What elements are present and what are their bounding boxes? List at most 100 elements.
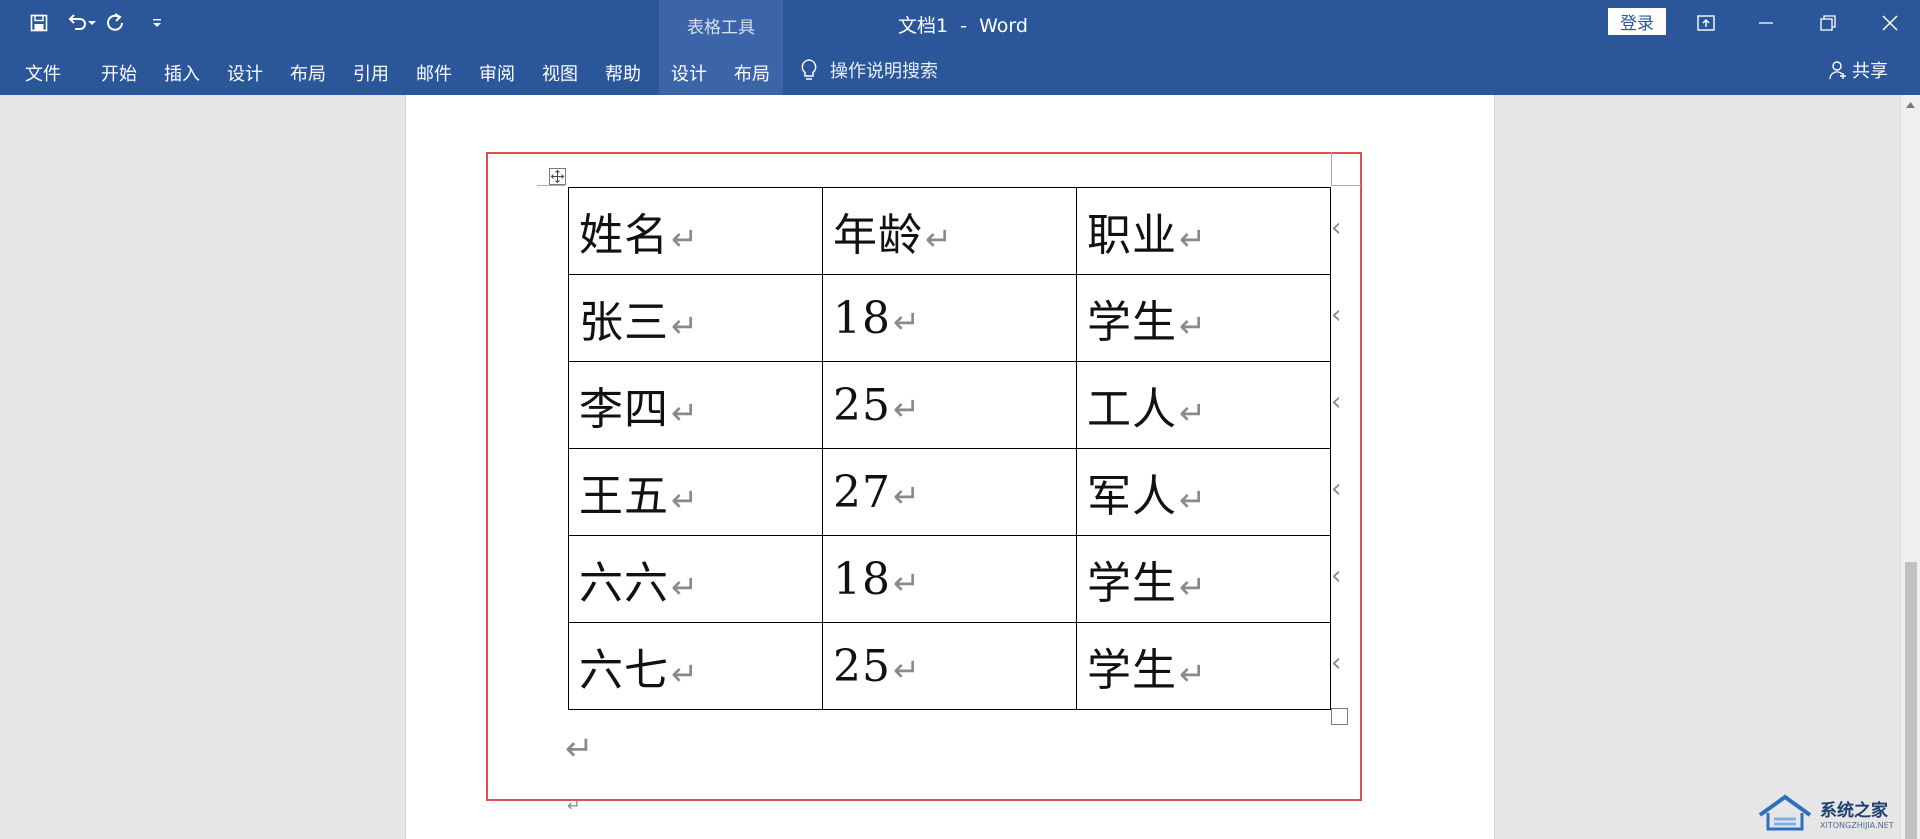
tab-design[interactable]: 设计	[227, 60, 263, 86]
tab-references[interactable]: 引用	[353, 60, 389, 86]
table-cell[interactable]: 王五↵	[568, 448, 823, 536]
table-cell[interactable]: 李四↵	[568, 361, 823, 449]
cell-text: 职业	[1087, 210, 1177, 261]
tab-review[interactable]: 审阅	[479, 60, 515, 86]
table-cell[interactable]: 18↵	[822, 535, 1077, 623]
watermark-sub: XITONGZHIJIA.NET	[1820, 820, 1894, 830]
end-of-row-mark: ‹	[1331, 213, 1342, 243]
scroll-up-button[interactable]	[1901, 97, 1920, 113]
tab-table-design[interactable]: 设计	[671, 60, 707, 86]
end-of-row-mark: ‹	[1331, 648, 1342, 678]
cell-text: 27	[833, 466, 891, 518]
redo-icon	[107, 12, 123, 31]
table-row: 王五↵ 27↵ 军人↵	[568, 448, 1331, 536]
table-row: 六六↵ 18↵ 学生↵	[568, 535, 1331, 623]
move-arrows-icon	[551, 170, 564, 183]
paragraph-mark: ↵	[1179, 481, 1206, 519]
cell-text: 学生	[1087, 297, 1177, 348]
undo-dropdown[interactable]	[88, 0, 96, 45]
paragraph-mark: ↵	[893, 476, 920, 515]
tell-me-search[interactable]: 操作说明搜索	[800, 56, 938, 84]
table-row: 六七↵ 25↵ 学生↵	[568, 622, 1331, 710]
table-cell[interactable]: 25↵	[822, 361, 1077, 449]
paragraph-mark: ↵	[1179, 307, 1206, 345]
tab-layout[interactable]: 布局	[290, 60, 326, 86]
table-resize-handle[interactable]	[1331, 708, 1348, 725]
vertical-scrollbar[interactable]	[1900, 95, 1920, 839]
cell-text: 王五	[579, 471, 669, 522]
table-move-handle[interactable]	[549, 168, 566, 185]
tab-view[interactable]: 视图	[542, 60, 578, 86]
table-row: 李四↵ 25↵ 工人↵	[568, 361, 1331, 449]
login-button[interactable]: 登录	[1608, 8, 1666, 35]
paragraph-mark: ↵	[671, 307, 698, 345]
minimize-button[interactable]	[1736, 0, 1796, 45]
save-button[interactable]	[20, 0, 58, 45]
table-cell[interactable]: 学生↵	[1076, 274, 1331, 362]
tab-home[interactable]: 开始	[101, 60, 137, 86]
paragraph-mark: ↵	[893, 389, 920, 428]
table-cell[interactable]: 六六↵	[568, 535, 823, 623]
paragraph-mark: ↵	[671, 655, 698, 693]
person-icon	[1829, 61, 1846, 80]
table-cell[interactable]: 25↵	[822, 622, 1077, 710]
paragraph-mark: ↵	[1179, 568, 1206, 606]
redo-button[interactable]	[96, 0, 134, 45]
paragraph-mark: ↵	[1179, 220, 1206, 258]
data-table[interactable]: 姓名↵ 年龄↵ 职业↵ 张三↵ 18↵ 学生↵ 李四↵ 25↵ 工人↵ 王五↵ …	[568, 187, 1331, 710]
cell-text: 年龄	[833, 210, 923, 261]
share-label: 共享	[1852, 61, 1888, 82]
tab-table-layout[interactable]: 布局	[734, 60, 770, 86]
text-boundary-mark	[1331, 152, 1361, 186]
cell-text: 军人	[1087, 471, 1177, 522]
quick-access-toolbar	[20, 0, 172, 45]
table-cell[interactable]: 27↵	[822, 448, 1077, 536]
table-cell[interactable]: 张三↵	[568, 274, 823, 362]
table-cell[interactable]: 工人↵	[1076, 361, 1331, 449]
table-cell[interactable]: 六七↵	[568, 622, 823, 710]
close-button[interactable]	[1860, 0, 1920, 45]
table-cell[interactable]: 军人↵	[1076, 448, 1331, 536]
table-cell[interactable]: 学生↵	[1076, 535, 1331, 623]
table-cell[interactable]: 年龄↵	[822, 187, 1077, 275]
paragraph-mark: ↵	[565, 729, 594, 769]
cell-text: 六七	[579, 645, 669, 696]
cell-text: 工人	[1087, 384, 1177, 435]
table-cell[interactable]: 职业↵	[1076, 187, 1331, 275]
paragraph-mark: ↵	[925, 220, 952, 258]
cell-text: 学生	[1087, 558, 1177, 609]
cell-text: 张三	[579, 297, 669, 348]
paragraph-mark: ↵	[893, 650, 920, 689]
table-cell[interactable]: 学生↵	[1076, 622, 1331, 710]
chevron-down-icon	[88, 20, 96, 25]
ribbon-display-options-button[interactable]	[1676, 0, 1736, 45]
tab-insert[interactable]: 插入	[164, 60, 200, 86]
tab-file[interactable]: 文件	[25, 60, 61, 86]
undo-icon	[68, 13, 86, 30]
close-icon	[1882, 14, 1898, 31]
table-tools-group: 表格工具 设计 布局	[659, 0, 783, 95]
tab-help[interactable]: 帮助	[605, 60, 641, 86]
tell-me-label: 操作说明搜索	[830, 61, 938, 82]
cell-text: 姓名	[579, 210, 669, 261]
table-tools-label: 表格工具	[687, 18, 755, 38]
minimize-icon	[1759, 21, 1773, 24]
end-of-row-mark: ‹	[1331, 561, 1342, 591]
paragraph-mark: ↵	[671, 481, 698, 519]
cell-text: 李四	[579, 384, 669, 435]
share-button[interactable]: 共享	[1828, 56, 1888, 84]
triangle-up-icon	[1906, 102, 1915, 108]
restore-button[interactable]	[1798, 0, 1858, 45]
watermark-name: 系统之家	[1820, 800, 1888, 821]
tab-mailings[interactable]: 邮件	[416, 60, 452, 86]
table-cell[interactable]: 姓名↵	[568, 187, 823, 275]
end-of-row-mark: ‹	[1331, 474, 1342, 504]
cell-text: 18	[833, 292, 891, 344]
customize-qat-button[interactable]	[142, 0, 172, 45]
end-of-row-mark: ‹	[1331, 300, 1342, 330]
title-bar: 文档1 - Word 登录	[0, 0, 1920, 45]
table-cell[interactable]: 18↵	[822, 274, 1077, 362]
lightbulb-icon	[801, 59, 817, 80]
table-row: 姓名↵ 年龄↵ 职业↵	[568, 187, 1331, 275]
cell-text: 学生	[1087, 645, 1177, 696]
